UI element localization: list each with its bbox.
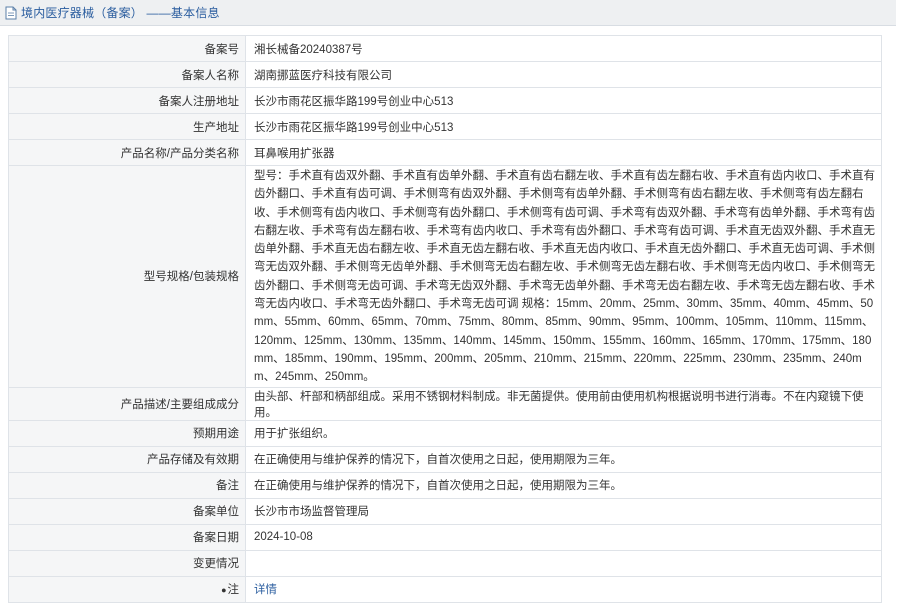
row-value: 湖南挪蓝医疗科技有限公司 — [245, 61, 882, 88]
row-label: 备注 — [8, 471, 246, 499]
table-row: 产品名称/产品分类名称 耳鼻喉用扩张器 — [8, 139, 882, 166]
page-header: 境内医疗器械（备案） ——基本信息 — [0, 0, 896, 26]
page-title: 境内医疗器械（备案） ——基本信息 — [21, 6, 220, 20]
row-label: 变更情况 — [8, 549, 246, 577]
row-value: 用于扩张组织。 — [245, 419, 882, 447]
row-label: 产品存储及有效期 — [8, 445, 246, 473]
row-value: 湘长械备20240387号 — [245, 35, 882, 62]
row-value: 在正确使用与维护保养的情况下，自首次使用之日起，使用期限为三年。 — [245, 471, 882, 499]
row-value: 详情 — [245, 575, 882, 603]
row-label: 预期用途 — [8, 419, 246, 447]
row-label: 产品描述/主要组成成分 — [8, 386, 246, 421]
note-label: ●注 — [8, 575, 246, 603]
row-value: 长沙市雨花区振华路199号创业中心513 — [245, 87, 882, 114]
row-label: 备案号 — [8, 35, 246, 62]
note-label-text: 注 — [227, 584, 240, 597]
row-value: 型号：手术直有齿双外翻、手术直有齿单外翻、手术直有齿右翻左收、手术直有齿左翻右收… — [245, 165, 882, 388]
table-row: 产品存储及有效期 在正确使用与维护保养的情况下，自首次使用之日起，使用期限为三年… — [8, 445, 882, 473]
row-label: 产品名称/产品分类名称 — [8, 139, 246, 166]
row-label: 备案单位 — [8, 497, 246, 525]
table-row: 生产地址 长沙市雨花区振华路199号创业中心513 — [8, 113, 882, 140]
table-row: 备案号 湘长械备20240387号 — [8, 35, 882, 62]
table-row: ●注 详情 — [8, 575, 882, 603]
table-row: 备案单位 长沙市市场监督管理局 — [8, 497, 882, 525]
table-row: 产品描述/主要组成成分 由头部、杆部和柄部组成。采用不锈钢材料制成。非无菌提供。… — [8, 386, 882, 421]
table-row: 备案日期 2024-10-08 — [8, 523, 882, 551]
table-row: 备案人名称 湖南挪蓝医疗科技有限公司 — [8, 61, 882, 88]
table-row: 备案人注册地址 长沙市雨花区振华路199号创业中心513 — [8, 87, 882, 114]
info-table: 备案号 湘长械备20240387号 备案人名称 湖南挪蓝医疗科技有限公司 备案人… — [8, 35, 882, 603]
row-label: 型号规格/包装规格 — [8, 165, 246, 388]
row-label: 备案人名称 — [8, 61, 246, 88]
pin-icon: ● — [221, 585, 227, 596]
document-icon — [5, 6, 18, 20]
row-label: 生产地址 — [8, 113, 246, 140]
table-row: 变更情况 — [8, 549, 882, 577]
row-value: 在正确使用与维护保养的情况下，自首次使用之日起，使用期限为三年。 — [245, 445, 882, 473]
table-row: 备注 在正确使用与维护保养的情况下，自首次使用之日起，使用期限为三年。 — [8, 471, 882, 499]
row-label: 备案人注册地址 — [8, 87, 246, 114]
row-value: 长沙市市场监督管理局 — [245, 497, 882, 525]
row-value: 长沙市雨花区振华路199号创业中心513 — [245, 113, 882, 140]
table-row: 预期用途 用于扩张组织。 — [8, 419, 882, 447]
row-value: 由头部、杆部和柄部组成。采用不锈钢材料制成。非无菌提供。使用前由使用机构根据说明… — [245, 386, 882, 421]
row-value — [245, 549, 882, 577]
row-value: 2024-10-08 — [245, 523, 882, 551]
table-row: 型号规格/包装规格 型号：手术直有齿双外翻、手术直有齿单外翻、手术直有齿右翻左收… — [8, 165, 882, 388]
row-label: 备案日期 — [8, 523, 246, 551]
row-value: 耳鼻喉用扩张器 — [245, 139, 882, 166]
details-link[interactable]: 详情 — [254, 584, 277, 596]
